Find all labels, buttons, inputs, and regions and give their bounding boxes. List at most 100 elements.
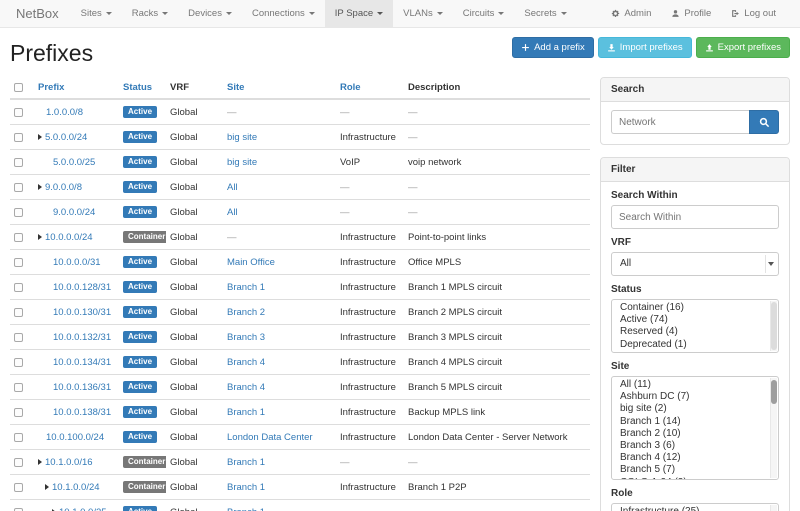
role-listbox[interactable]: Infrastructure (25)Management (8)Private…	[611, 503, 779, 511]
add-prefix-button[interactable]: Add a prefix	[512, 37, 594, 58]
scrollbar[interactable]	[770, 505, 777, 511]
prefix-link[interactable]: 10.0.0.0/31	[53, 257, 101, 268]
prefix-link[interactable]: 10.1.0.0/16	[45, 457, 93, 468]
row-checkbox[interactable]	[14, 508, 23, 511]
logout-icon	[731, 9, 740, 18]
column-header-role[interactable]: Role	[336, 77, 404, 99]
row-checkbox[interactable]	[14, 408, 23, 417]
expand-caret-icon[interactable]	[45, 484, 49, 490]
prefix-link[interactable]: 5.0.0.0/25	[53, 157, 95, 168]
nav-item-circuits[interactable]: Circuits	[453, 0, 515, 27]
filter-option[interactable]: Branch 4 (12)	[612, 452, 778, 464]
filter-option[interactable]: Branch 1 (14)	[612, 416, 778, 428]
site-link[interactable]: Branch 2	[227, 307, 265, 318]
prefix-link[interactable]: 10.0.100.0/24	[46, 432, 104, 443]
prefix-link[interactable]: 1.0.0.0/8	[46, 107, 83, 118]
search-icon	[759, 117, 770, 128]
search-within-input[interactable]	[611, 205, 779, 229]
export-prefixes-button[interactable]: Export prefixes	[696, 37, 790, 58]
nav-item-vlans[interactable]: VLANs	[393, 0, 453, 27]
site-link[interactable]: London Data Center	[227, 432, 313, 443]
scrollbar[interactable]	[770, 378, 777, 478]
filter-option[interactable]: Branch 2 (10)	[612, 428, 778, 440]
filter-option[interactable]: big site (2)	[612, 403, 778, 415]
vrf-select[interactable]: All	[611, 252, 779, 276]
prefix-link[interactable]: 10.0.0.136/31	[53, 382, 111, 393]
filter-option[interactable]: Ashburn DC (7)	[612, 391, 778, 403]
filter-option[interactable]: Deprecated (1)	[612, 339, 778, 351]
row-checkbox[interactable]	[14, 233, 23, 242]
brand-logo[interactable]: NetBox	[8, 0, 71, 27]
site-link[interactable]: Branch 1	[227, 407, 265, 418]
nav-item-profile[interactable]: Profile	[661, 0, 721, 27]
scrollbar[interactable]	[770, 301, 777, 351]
site-link[interactable]: Branch 4	[227, 382, 265, 393]
column-header-status[interactable]: Status	[119, 77, 166, 99]
row-checkbox[interactable]	[14, 458, 23, 467]
prefix-link[interactable]: 10.0.0.134/31	[53, 357, 111, 368]
expand-caret-icon[interactable]	[38, 234, 42, 240]
row-checkbox[interactable]	[14, 308, 23, 317]
expand-caret-icon[interactable]	[38, 134, 42, 140]
filter-option[interactable]: COLO-1-24 (3)	[612, 477, 778, 480]
row-checkbox[interactable]	[14, 383, 23, 392]
site-link[interactable]: Branch 4	[227, 357, 265, 368]
filter-option[interactable]: Infrastructure (25)	[612, 506, 778, 511]
site-link[interactable]: big site	[227, 157, 257, 168]
row-checkbox[interactable]	[14, 433, 23, 442]
search-button[interactable]	[749, 110, 779, 134]
site-link[interactable]: Branch 1	[227, 482, 265, 493]
status-listbox[interactable]: Container (16)Active (74)Reserved (4)Dep…	[611, 299, 779, 353]
nav-item-sites[interactable]: Sites	[71, 0, 122, 27]
prefix-link[interactable]: 10.1.0.0/24	[52, 482, 100, 493]
nav-item-devices[interactable]: Devices	[178, 0, 242, 27]
site-link[interactable]: Branch 1	[227, 282, 265, 293]
site-link[interactable]: Main Office	[227, 257, 275, 268]
expand-caret-icon[interactable]	[38, 184, 42, 190]
site-link[interactable]: Branch 1	[227, 507, 265, 511]
row-checkbox[interactable]	[14, 358, 23, 367]
filter-option[interactable]: Reserved (4)	[612, 326, 778, 338]
prefix-link[interactable]: 10.0.0.0/24	[45, 232, 93, 243]
nav-item-admin[interactable]: Admin	[601, 0, 661, 27]
prefix-link[interactable]: 10.0.0.128/31	[53, 282, 111, 293]
column-header-prefix[interactable]: Prefix	[34, 77, 119, 99]
prefix-link[interactable]: 10.1.0.0/25	[59, 507, 107, 511]
nav-item-racks[interactable]: Racks	[122, 0, 178, 27]
select-all-checkbox[interactable]	[14, 83, 23, 92]
filter-option[interactable]: Branch 5 (7)	[612, 464, 778, 476]
prefix-link[interactable]: 10.0.0.132/31	[53, 332, 111, 343]
filter-option[interactable]: Branch 3 (6)	[612, 440, 778, 452]
prefix-link[interactable]: 5.0.0.0/24	[45, 132, 87, 143]
row-checkbox[interactable]	[14, 133, 23, 142]
row-checkbox[interactable]	[14, 108, 23, 117]
nav-item-connections[interactable]: Connections	[242, 0, 325, 27]
site-listbox[interactable]: All (11)Ashburn DC (7)big site (2)Branch…	[611, 376, 779, 480]
prefix-link[interactable]: 9.0.0.0/8	[45, 182, 82, 193]
nav-item-secrets[interactable]: Secrets	[514, 0, 576, 27]
site-link[interactable]: big site	[227, 132, 257, 143]
prefix-link[interactable]: 9.0.0.0/24	[53, 207, 95, 218]
column-header-site[interactable]: Site	[223, 77, 336, 99]
site-link[interactable]: All	[227, 207, 238, 218]
search-input[interactable]	[611, 110, 749, 134]
nav-item-ip-space[interactable]: IP Space	[325, 0, 393, 27]
site-link[interactable]: Branch 1	[227, 457, 265, 468]
row-checkbox[interactable]	[14, 208, 23, 217]
row-checkbox[interactable]	[14, 183, 23, 192]
site-link[interactable]: All	[227, 182, 238, 193]
row-checkbox[interactable]	[14, 283, 23, 292]
prefix-link[interactable]: 10.0.0.138/31	[53, 407, 111, 418]
filter-option[interactable]: Active (74)	[612, 314, 778, 326]
row-checkbox[interactable]	[14, 333, 23, 342]
prefix-link[interactable]: 10.0.0.130/31	[53, 307, 111, 318]
nav-item-logout[interactable]: Log out	[721, 0, 786, 27]
expand-caret-icon[interactable]	[38, 459, 42, 465]
filter-option[interactable]: All (11)	[612, 379, 778, 391]
row-checkbox[interactable]	[14, 483, 23, 492]
row-checkbox[interactable]	[14, 158, 23, 167]
filter-option[interactable]: Container (16)	[612, 302, 778, 314]
site-link[interactable]: Branch 3	[227, 332, 265, 343]
row-checkbox[interactable]	[14, 258, 23, 267]
import-prefixes-button[interactable]: Import prefixes	[598, 37, 692, 58]
